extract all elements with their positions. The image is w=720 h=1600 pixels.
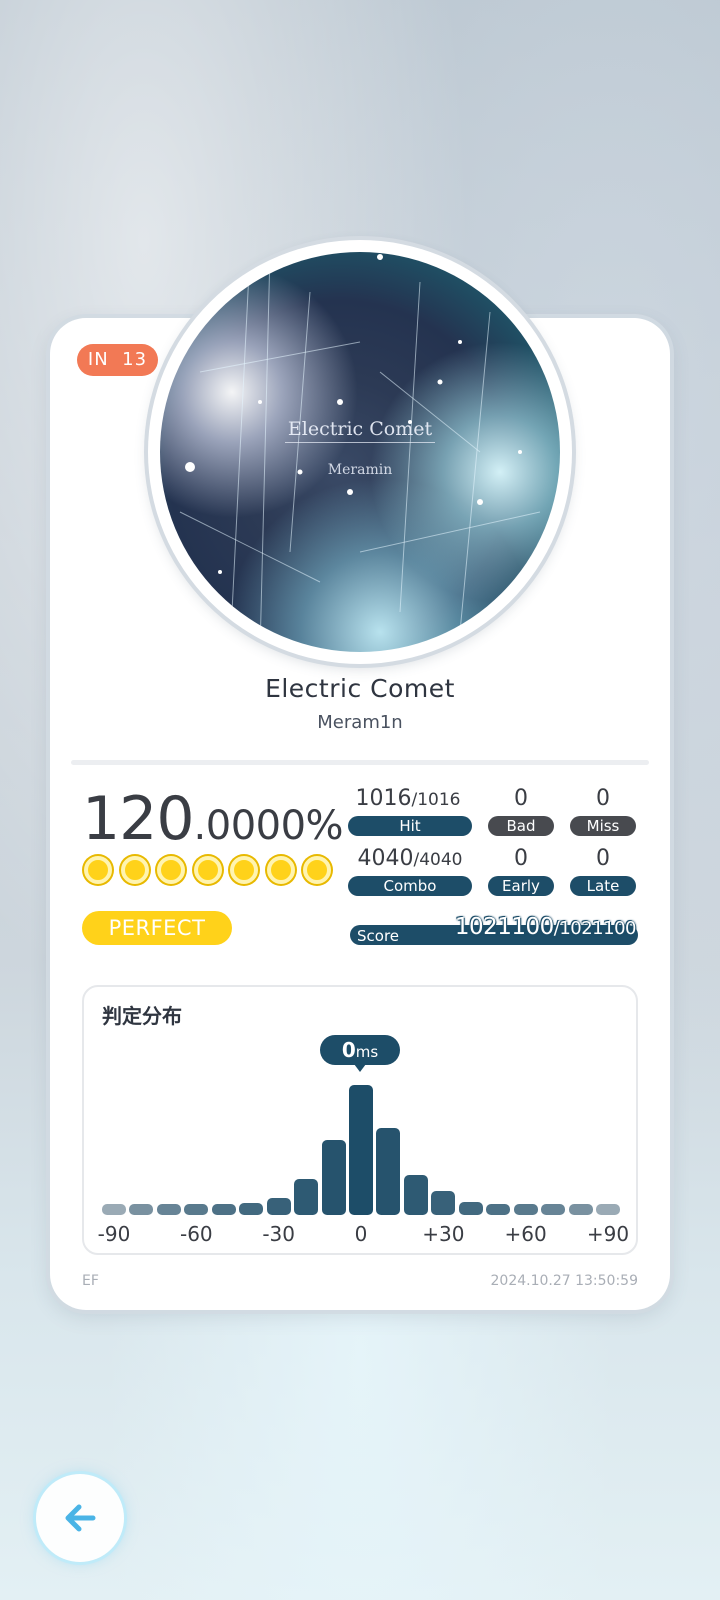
cover-title-text: Electric Comet	[160, 418, 560, 443]
grade-dots	[84, 856, 331, 884]
early-label: Early	[488, 876, 554, 896]
histogram-bar	[513, 1204, 538, 1215]
timing-histogram	[102, 1075, 620, 1215]
cover-art: Electric Comet Meramin	[160, 252, 560, 652]
song-artist: Meram1n	[317, 712, 403, 733]
hit-count: 1016/1016	[348, 786, 468, 811]
histogram-bar	[211, 1204, 236, 1215]
hit-total: /1016	[411, 790, 461, 810]
histogram-bar	[129, 1204, 154, 1215]
back-button[interactable]	[36, 1474, 124, 1562]
grade-dot	[266, 856, 295, 884]
difficulty-label: IN	[87, 349, 109, 370]
histogram-bar	[486, 1204, 511, 1215]
axis-tick-label: +30	[422, 1222, 465, 1246]
histogram-bar	[321, 1140, 346, 1215]
axis-tick-label: -90	[97, 1222, 131, 1246]
offset-unit: ms	[355, 1043, 379, 1061]
histogram-bar	[431, 1191, 456, 1215]
axis-tick-label: 0	[354, 1222, 368, 1246]
histogram-bar	[596, 1204, 620, 1215]
grade-badge: PERFECT	[82, 911, 232, 945]
miss-label: Miss	[570, 816, 636, 836]
score-value: 1021100/1021100	[454, 914, 637, 940]
hit-label: Hit	[348, 816, 472, 836]
cover-artist-text: Meramin	[327, 462, 393, 478]
histogram-bar	[458, 1202, 483, 1215]
cover-sparkles	[179, 252, 541, 652]
axis-tick-label: +90	[586, 1222, 630, 1246]
back-arrow-icon	[65, 1504, 96, 1532]
late-label: Late	[570, 876, 636, 896]
histogram-bar	[403, 1175, 428, 1215]
timestamp: 2024.10.27 13:50:59	[490, 1273, 639, 1289]
offset-value: 0	[341, 1038, 356, 1062]
level-badge: IN 13	[77, 344, 158, 376]
axis-tick-label: -60	[179, 1222, 213, 1246]
histogram-bar	[266, 1198, 291, 1215]
histogram-bar	[376, 1128, 401, 1215]
divider	[71, 760, 649, 765]
accuracy: 120.0000%	[82, 784, 344, 854]
axis-tick-label: +60	[504, 1222, 547, 1246]
grade-dot	[193, 856, 222, 884]
miss-count: 0	[596, 786, 610, 811]
score-label: Score	[357, 927, 400, 945]
grade-dot	[84, 856, 112, 884]
distribution-title: 判定分布	[102, 1004, 182, 1028]
combo-count: 4040/4040	[348, 846, 472, 871]
late-count: 0	[596, 846, 610, 871]
combo-value: 4040	[357, 846, 414, 871]
bad-label: Bad	[488, 816, 554, 836]
histogram-bar	[349, 1085, 373, 1215]
histogram-bar	[184, 1204, 209, 1215]
bad-count: 0	[514, 786, 528, 811]
histogram-bar	[541, 1204, 566, 1215]
histogram-bar	[568, 1204, 593, 1215]
combo-label: Combo	[348, 876, 472, 896]
offset-bubble: 0ms	[320, 1035, 400, 1072]
grade-dot	[303, 856, 331, 884]
level-number: 13	[122, 349, 148, 370]
early-count: 0	[514, 846, 528, 871]
combo-total: /4040	[413, 850, 463, 870]
histogram-bar	[102, 1204, 126, 1215]
score-total: /1021100	[553, 918, 637, 939]
histogram-bar	[294, 1179, 319, 1215]
accuracy-decimal: .0000%	[193, 803, 344, 849]
accuracy-integer: 120	[82, 784, 195, 854]
grade-dot	[157, 856, 185, 884]
histogram-bar	[239, 1203, 264, 1215]
grade-dot	[230, 856, 258, 884]
histogram-bar	[156, 1204, 181, 1215]
score-number: 1021100	[454, 914, 554, 940]
grade-dot	[120, 856, 149, 884]
footer-left-text: EF	[82, 1273, 99, 1289]
hit-value: 1016	[355, 786, 412, 811]
song-title: Electric Comet	[265, 674, 455, 703]
axis-tick-label: -30	[262, 1222, 295, 1246]
